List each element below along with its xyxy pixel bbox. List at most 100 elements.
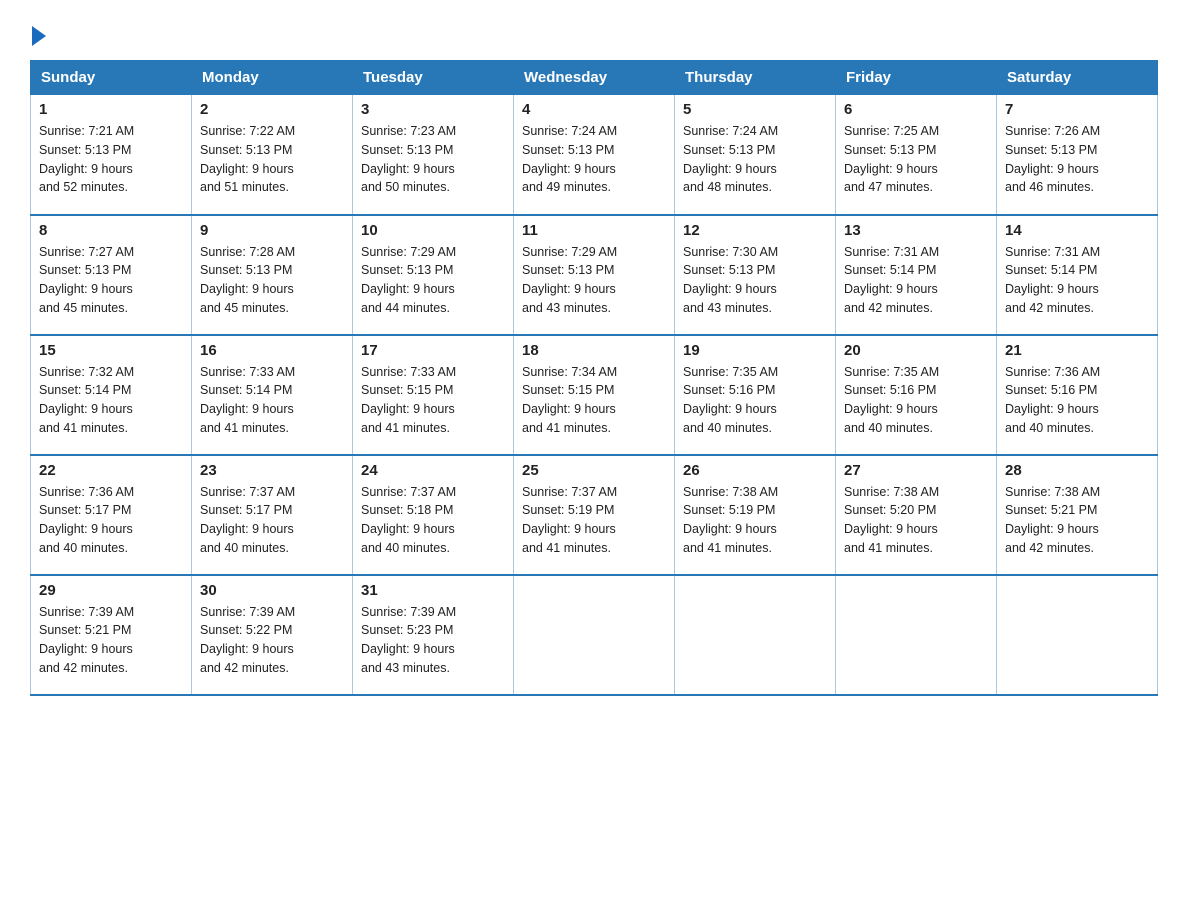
sunset-time: 5:23 PM xyxy=(407,623,454,637)
daylight-label: Daylight: 9 hours xyxy=(361,402,455,416)
sunrise-label: Sunrise: xyxy=(844,365,893,379)
day-info: Sunrise: 7:23 AM Sunset: 5:13 PM Dayligh… xyxy=(361,122,505,197)
sunset-time: 5:13 PM xyxy=(407,143,454,157)
daylight-minutes: and 44 minutes. xyxy=(361,301,450,315)
daylight-minutes: and 41 minutes. xyxy=(683,541,772,555)
daylight-label: Daylight: 9 hours xyxy=(683,522,777,536)
sunset-time: 5:21 PM xyxy=(1051,503,1098,517)
sunrise-time: 7:37 AM xyxy=(571,485,617,499)
sunset-label: Sunset: xyxy=(844,143,890,157)
sunrise-time: 7:27 AM xyxy=(88,245,134,259)
sunset-time: 5:13 PM xyxy=(85,263,132,277)
day-number: 14 xyxy=(1005,222,1149,239)
day-number: 27 xyxy=(844,462,988,479)
sunrise-label: Sunrise: xyxy=(844,485,893,499)
day-number: 31 xyxy=(361,582,505,599)
sunset-time: 5:21 PM xyxy=(85,623,132,637)
day-number: 17 xyxy=(361,342,505,359)
sunset-time: 5:14 PM xyxy=(890,263,937,277)
sunrise-time: 7:38 AM xyxy=(893,485,939,499)
table-row: 23 Sunrise: 7:37 AM Sunset: 5:17 PM Dayl… xyxy=(192,455,353,575)
day-info: Sunrise: 7:35 AM Sunset: 5:16 PM Dayligh… xyxy=(844,363,988,438)
sunset-time: 5:17 PM xyxy=(246,503,293,517)
sunset-label: Sunset: xyxy=(844,383,890,397)
day-number: 23 xyxy=(200,462,344,479)
sunrise-label: Sunrise: xyxy=(1005,485,1054,499)
table-row xyxy=(514,575,675,695)
daylight-label: Daylight: 9 hours xyxy=(39,642,133,656)
table-row: 12 Sunrise: 7:30 AM Sunset: 5:13 PM Dayl… xyxy=(675,215,836,335)
sunset-label: Sunset: xyxy=(361,503,407,517)
table-row: 3 Sunrise: 7:23 AM Sunset: 5:13 PM Dayli… xyxy=(353,95,514,215)
sunset-time: 5:13 PM xyxy=(729,143,776,157)
daylight-minutes: and 51 minutes. xyxy=(200,180,289,194)
daylight-minutes: and 45 minutes. xyxy=(39,301,128,315)
day-number: 4 xyxy=(522,101,666,118)
day-info: Sunrise: 7:37 AM Sunset: 5:19 PM Dayligh… xyxy=(522,483,666,558)
calendar-body: 1 Sunrise: 7:21 AM Sunset: 5:13 PM Dayli… xyxy=(31,95,1158,695)
table-row: 24 Sunrise: 7:37 AM Sunset: 5:18 PM Dayl… xyxy=(353,455,514,575)
table-row: 13 Sunrise: 7:31 AM Sunset: 5:14 PM Dayl… xyxy=(836,215,997,335)
sunrise-time: 7:35 AM xyxy=(893,365,939,379)
day-number: 20 xyxy=(844,342,988,359)
sunrise-label: Sunrise: xyxy=(522,124,571,138)
daylight-label: Daylight: 9 hours xyxy=(361,162,455,176)
calendar-table: SundayMondayTuesdayWednesdayThursdayFrid… xyxy=(30,60,1158,696)
day-info: Sunrise: 7:29 AM Sunset: 5:13 PM Dayligh… xyxy=(361,243,505,318)
daylight-minutes: and 42 minutes. xyxy=(39,661,128,675)
daylight-label: Daylight: 9 hours xyxy=(522,522,616,536)
column-header-wednesday: Wednesday xyxy=(514,61,675,95)
sunset-label: Sunset: xyxy=(39,143,85,157)
sunrise-time: 7:26 AM xyxy=(1054,124,1100,138)
sunrise-label: Sunrise: xyxy=(200,605,249,619)
sunrise-time: 7:39 AM xyxy=(410,605,456,619)
day-number: 18 xyxy=(522,342,666,359)
day-info: Sunrise: 7:38 AM Sunset: 5:19 PM Dayligh… xyxy=(683,483,827,558)
sunrise-time: 7:37 AM xyxy=(249,485,295,499)
sunset-label: Sunset: xyxy=(39,263,85,277)
sunset-time: 5:17 PM xyxy=(85,503,132,517)
column-header-saturday: Saturday xyxy=(997,61,1158,95)
table-row: 9 Sunrise: 7:28 AM Sunset: 5:13 PM Dayli… xyxy=(192,215,353,335)
sunset-time: 5:13 PM xyxy=(568,263,615,277)
calendar-week-3: 15 Sunrise: 7:32 AM Sunset: 5:14 PM Dayl… xyxy=(31,335,1158,455)
day-info: Sunrise: 7:24 AM Sunset: 5:13 PM Dayligh… xyxy=(683,122,827,197)
daylight-label: Daylight: 9 hours xyxy=(683,282,777,296)
sunset-label: Sunset: xyxy=(683,503,729,517)
day-info: Sunrise: 7:33 AM Sunset: 5:15 PM Dayligh… xyxy=(361,363,505,438)
table-row: 7 Sunrise: 7:26 AM Sunset: 5:13 PM Dayli… xyxy=(997,95,1158,215)
sunset-label: Sunset: xyxy=(522,263,568,277)
sunrise-label: Sunrise: xyxy=(200,365,249,379)
table-row: 21 Sunrise: 7:36 AM Sunset: 5:16 PM Dayl… xyxy=(997,335,1158,455)
day-number: 28 xyxy=(1005,462,1149,479)
sunrise-label: Sunrise: xyxy=(1005,365,1054,379)
sunset-time: 5:14 PM xyxy=(246,383,293,397)
sunset-label: Sunset: xyxy=(844,263,890,277)
sunrise-label: Sunrise: xyxy=(39,605,88,619)
day-info: Sunrise: 7:27 AM Sunset: 5:13 PM Dayligh… xyxy=(39,243,183,318)
day-number: 15 xyxy=(39,342,183,359)
sunset-label: Sunset: xyxy=(200,263,246,277)
daylight-label: Daylight: 9 hours xyxy=(522,402,616,416)
daylight-label: Daylight: 9 hours xyxy=(200,522,294,536)
daylight-minutes: and 50 minutes. xyxy=(361,180,450,194)
daylight-label: Daylight: 9 hours xyxy=(39,522,133,536)
sunrise-label: Sunrise: xyxy=(39,124,88,138)
day-number: 2 xyxy=(200,101,344,118)
day-info: Sunrise: 7:39 AM Sunset: 5:23 PM Dayligh… xyxy=(361,603,505,678)
sunset-time: 5:14 PM xyxy=(1051,263,1098,277)
table-row: 31 Sunrise: 7:39 AM Sunset: 5:23 PM Dayl… xyxy=(353,575,514,695)
sunset-time: 5:13 PM xyxy=(568,143,615,157)
sunset-label: Sunset: xyxy=(522,383,568,397)
daylight-label: Daylight: 9 hours xyxy=(361,282,455,296)
sunset-time: 5:19 PM xyxy=(729,503,776,517)
daylight-label: Daylight: 9 hours xyxy=(361,642,455,656)
sunrise-time: 7:35 AM xyxy=(732,365,778,379)
day-number: 29 xyxy=(39,582,183,599)
sunset-label: Sunset: xyxy=(200,383,246,397)
sunrise-label: Sunrise: xyxy=(361,365,410,379)
table-row: 1 Sunrise: 7:21 AM Sunset: 5:13 PM Dayli… xyxy=(31,95,192,215)
sunset-label: Sunset: xyxy=(1005,383,1051,397)
sunrise-label: Sunrise: xyxy=(361,605,410,619)
daylight-minutes: and 40 minutes. xyxy=(683,421,772,435)
